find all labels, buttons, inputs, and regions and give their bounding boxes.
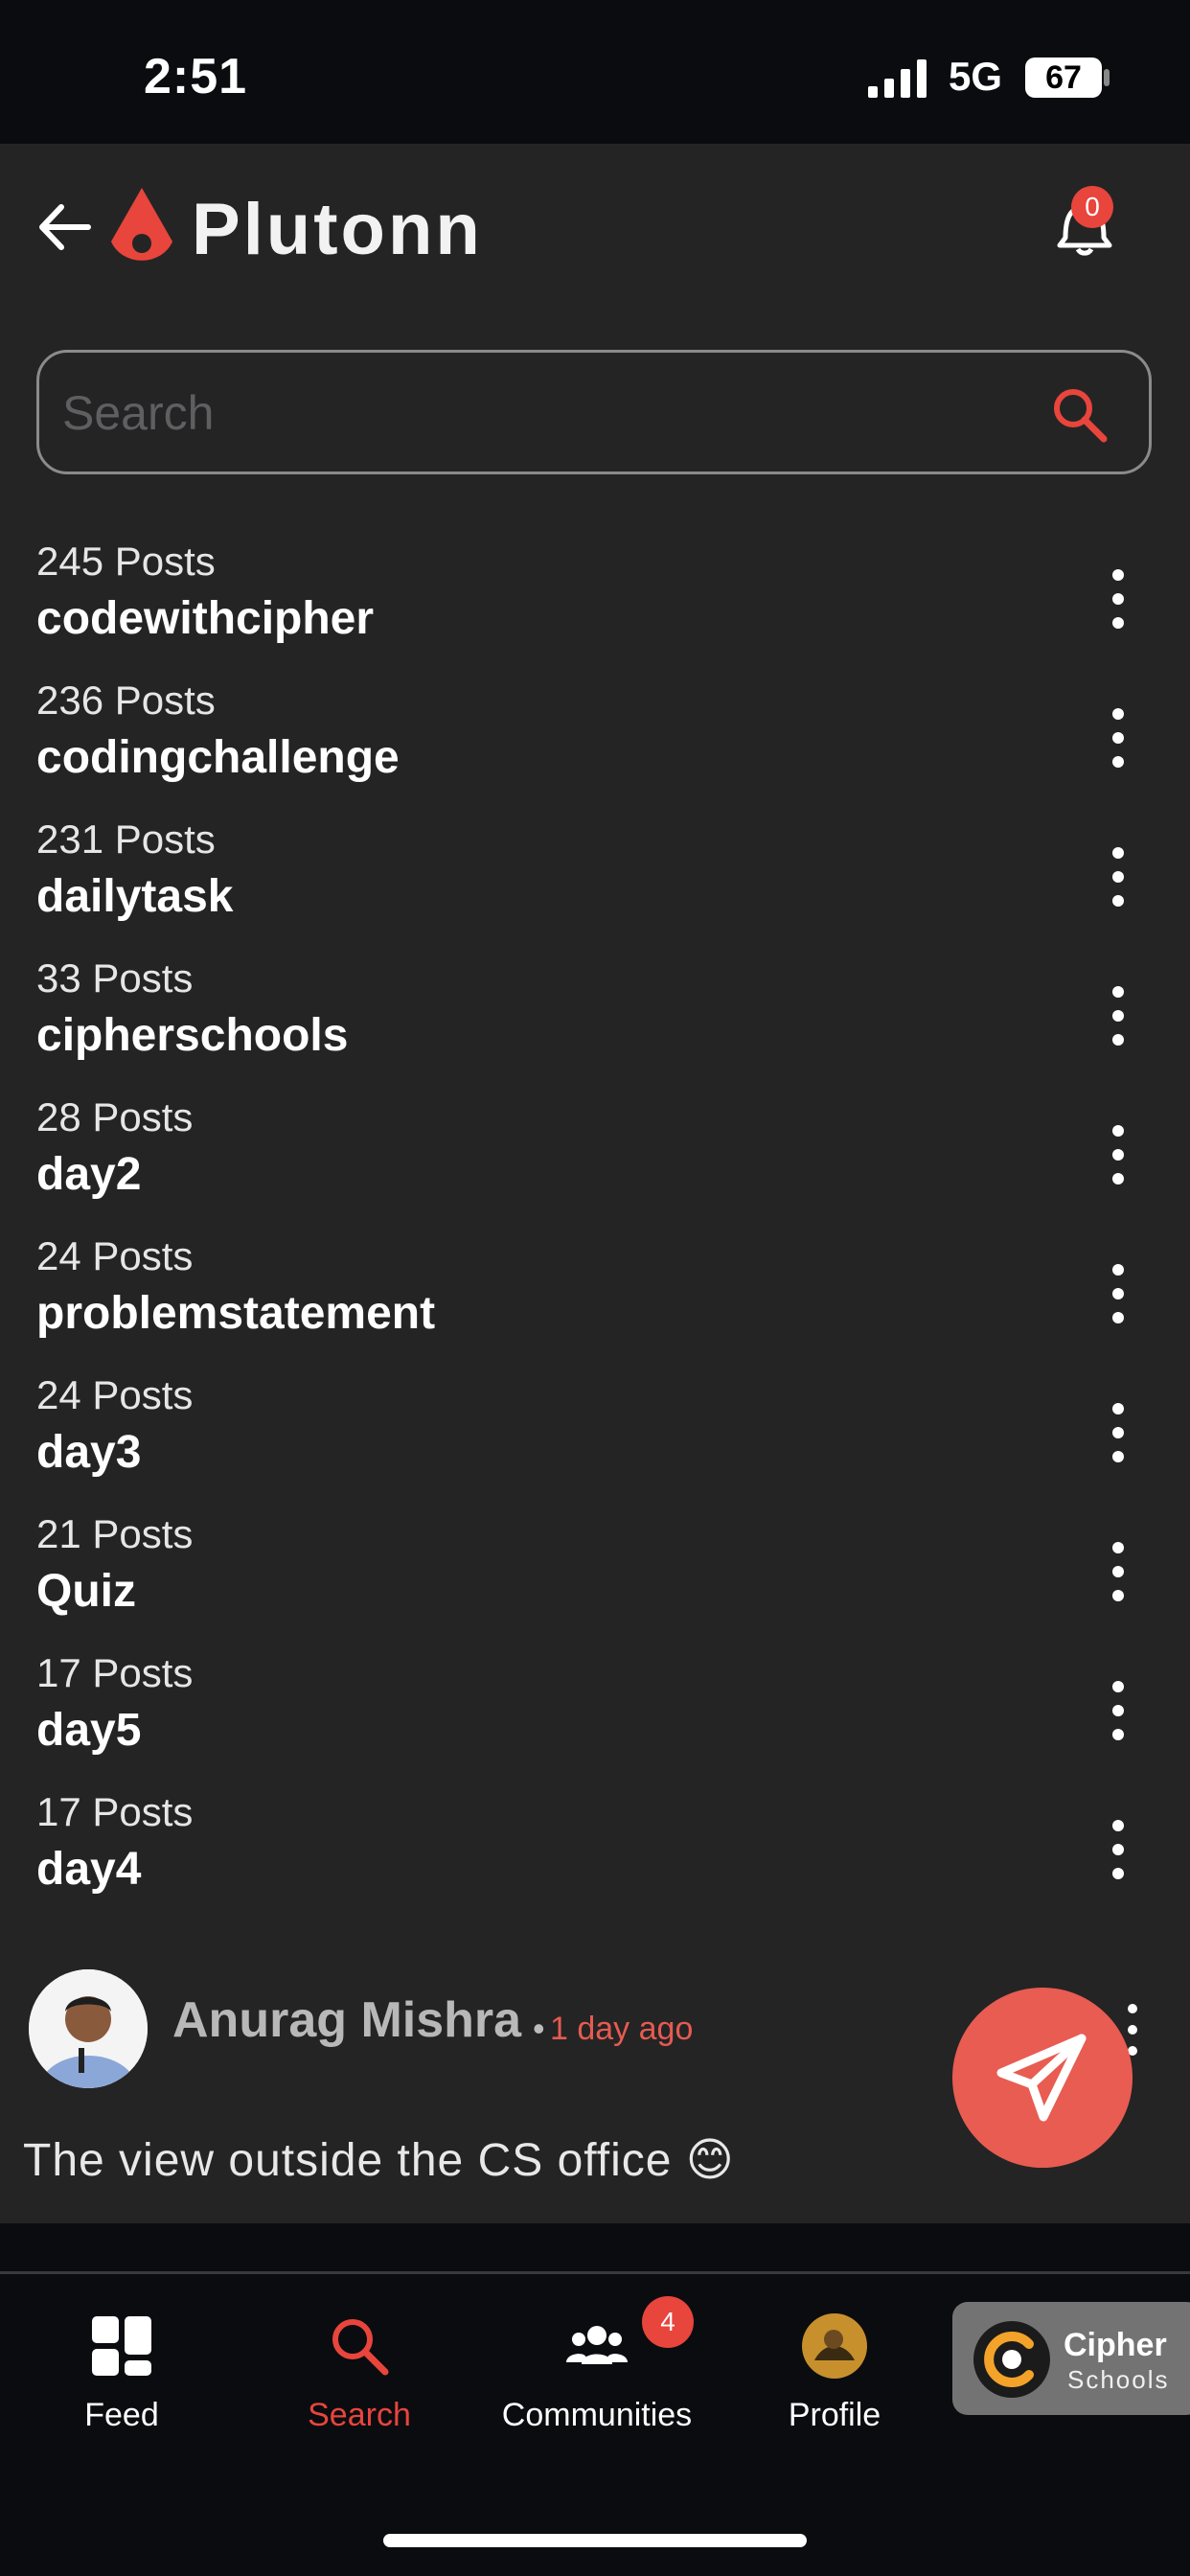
post-count: 245 Posts bbox=[36, 539, 216, 584]
battery-level: 67 bbox=[1045, 58, 1082, 96]
cipher-schools-badge[interactable]: Cipher Schools bbox=[952, 2302, 1190, 2415]
search-icon[interactable] bbox=[1048, 383, 1111, 447]
communities-badge: 4 bbox=[642, 2296, 694, 2348]
list-item[interactable]: 245 Posts codewithcipher bbox=[0, 537, 1190, 676]
cipher-logo-icon bbox=[973, 2321, 1050, 2398]
list-item[interactable]: 17 Posts day4 bbox=[0, 1787, 1190, 1926]
back-arrow-icon[interactable] bbox=[31, 194, 98, 261]
avatar bbox=[802, 2313, 867, 2379]
author-avatar[interactable] bbox=[29, 1969, 148, 2088]
list-item[interactable]: 231 Posts dailytask bbox=[0, 815, 1190, 954]
status-time: 2:51 bbox=[144, 49, 248, 104]
hashtag-name: day5 bbox=[36, 1705, 142, 1756]
search-box bbox=[36, 350, 1152, 474]
post-count: 17 Posts bbox=[36, 1650, 194, 1695]
list-item[interactable]: 21 Posts Quiz bbox=[0, 1509, 1190, 1648]
battery-tip bbox=[1104, 69, 1110, 86]
hashtag-name: day2 bbox=[36, 1149, 142, 1200]
hashtag-name: day3 bbox=[36, 1427, 142, 1478]
list-item[interactable]: 33 Posts cipherschools bbox=[0, 954, 1190, 1092]
battery-icon: 67 bbox=[1025, 58, 1102, 98]
more-vertical-icon[interactable] bbox=[1104, 982, 1133, 1049]
people-icon bbox=[566, 2326, 628, 2364]
hashtag-name: codewithcipher bbox=[36, 593, 375, 644]
more-vertical-icon[interactable] bbox=[1104, 1260, 1133, 1327]
notification-badge: 0 bbox=[1071, 186, 1113, 228]
cipher-subtitle: Schools bbox=[1067, 2365, 1170, 2394]
signal-icon bbox=[868, 59, 927, 98]
post-count: 33 Posts bbox=[36, 955, 194, 1000]
more-vertical-icon[interactable] bbox=[1104, 565, 1133, 632]
hashtag-name: cipherschools bbox=[36, 1010, 349, 1061]
meta-separator: • bbox=[533, 2009, 545, 2048]
post-count: 236 Posts bbox=[36, 678, 216, 723]
hashtag-name: codingchallenge bbox=[36, 732, 400, 783]
hashtag-list: 245 Posts codewithcipher 236 Posts codin… bbox=[0, 537, 1190, 1926]
list-item[interactable]: 236 Posts codingchallenge bbox=[0, 676, 1190, 815]
search-input[interactable] bbox=[60, 372, 1022, 454]
tab-label: Feed bbox=[84, 2397, 159, 2433]
post-text: The view outside the CS office 😊 bbox=[23, 2135, 735, 2186]
app-screen: Plutonn 0 245 Posts codewithcipher 236 P… bbox=[0, 144, 1190, 2223]
author-name[interactable]: Anurag Mishra bbox=[172, 1991, 521, 2049]
more-vertical-icon[interactable] bbox=[1104, 1816, 1133, 1883]
more-vertical-icon[interactable] bbox=[1104, 1121, 1133, 1188]
more-vertical-icon[interactable] bbox=[1104, 704, 1133, 771]
list-item[interactable]: 24 Posts day3 bbox=[0, 1370, 1190, 1509]
hashtag-name: problemstatement bbox=[36, 1288, 436, 1339]
hashtag-name: Quiz bbox=[36, 1566, 136, 1617]
post-count: 17 Posts bbox=[36, 1789, 194, 1834]
more-vertical-icon[interactable] bbox=[1104, 1399, 1133, 1466]
grid-icon bbox=[92, 2316, 151, 2376]
list-item[interactable]: 24 Posts problemstatement bbox=[0, 1231, 1190, 1370]
app-header: Plutonn 0 bbox=[0, 144, 1190, 316]
status-bar: 2:51 5G 67 bbox=[0, 0, 1190, 144]
post-count: 231 Posts bbox=[36, 816, 216, 862]
search-icon bbox=[332, 2319, 389, 2376]
home-indicator[interactable] bbox=[383, 2534, 807, 2547]
hashtag-name: day4 bbox=[36, 1844, 142, 1895]
tab-label: Communities bbox=[501, 2397, 693, 2433]
post-count: 24 Posts bbox=[36, 1233, 194, 1278]
logo-text: Plutonn bbox=[192, 189, 483, 270]
more-vertical-icon[interactable] bbox=[1104, 1538, 1133, 1605]
more-vertical-icon[interactable] bbox=[1104, 1677, 1133, 1744]
create-post-button[interactable] bbox=[952, 1988, 1133, 2168]
network-label: 5G bbox=[949, 54, 1003, 99]
post-count: 24 Posts bbox=[36, 1372, 194, 1417]
tab-label: Profile bbox=[788, 2397, 881, 2433]
post-count: 28 Posts bbox=[36, 1094, 194, 1139]
more-vertical-icon[interactable] bbox=[1104, 843, 1133, 910]
cipher-name: Cipher bbox=[1064, 2327, 1167, 2363]
tab-feed[interactable]: Feed bbox=[21, 2293, 222, 2437]
plutonn-logo-icon bbox=[111, 188, 172, 261]
post-count: 21 Posts bbox=[36, 1511, 194, 1556]
hashtag-name: dailytask bbox=[36, 871, 234, 922]
list-item[interactable]: 28 Posts day2 bbox=[0, 1092, 1190, 1231]
tab-profile[interactable]: Profile bbox=[734, 2293, 935, 2437]
list-item[interactable]: 17 Posts day5 bbox=[0, 1648, 1190, 1787]
tab-search[interactable]: Search bbox=[259, 2293, 460, 2437]
tab-label: Search bbox=[308, 2397, 411, 2433]
send-icon bbox=[996, 2034, 1087, 2122]
post-timestamp: 1 day ago bbox=[550, 2011, 694, 2047]
